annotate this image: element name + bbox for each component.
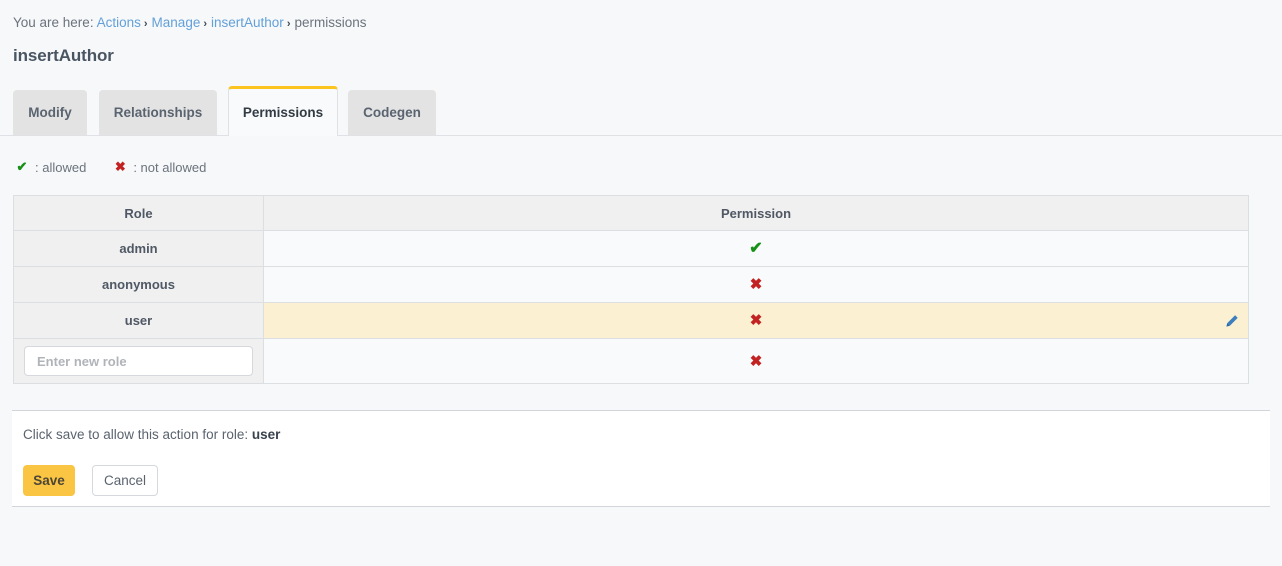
role-cell-anonymous: anonymous <box>14 267 264 303</box>
legend-label-not-allowed: : not allowed <box>133 160 206 175</box>
tab-relationships[interactable]: Relationships <box>99 90 217 135</box>
legend-label-allowed: : allowed <box>35 160 86 175</box>
column-header-permission: Permission <box>264 196 1249 231</box>
cross-icon: ✖ <box>750 354 763 369</box>
page-title: insertAuthor <box>13 45 114 67</box>
action-message-text: Click save to allow this action for role… <box>23 427 248 442</box>
cross-icon: ✖ <box>750 313 763 328</box>
permission-legend: ✔ : allowed ✖ : not allowed <box>14 158 206 176</box>
edit-pencil-icon[interactable] <box>1225 314 1239 328</box>
breadcrumb-separator: › <box>287 18 291 30</box>
tab-permissions[interactable]: Permissions <box>228 86 338 136</box>
role-cell-user: user <box>14 303 264 339</box>
breadcrumb-link-insertauthor[interactable]: insertAuthor <box>211 15 284 30</box>
breadcrumb-current-permissions: permissions <box>294 15 366 30</box>
action-panel: Click save to allow this action for role… <box>12 410 1270 507</box>
tab-codegen[interactable]: Codegen <box>348 90 436 135</box>
legend-item-not-allowed: ✖ : not allowed <box>112 159 206 175</box>
breadcrumb-separator: › <box>144 18 148 30</box>
check-icon: ✔ <box>14 159 30 175</box>
permission-cell-user[interactable]: ✖ <box>264 303 1249 339</box>
action-message: Click save to allow this action for role… <box>23 426 280 444</box>
action-message-role: user <box>252 427 281 442</box>
permission-cell-admin[interactable]: ✔ <box>264 231 1249 267</box>
breadcrumb-prefix: You are here: <box>13 15 94 30</box>
breadcrumb-link-actions[interactable]: Actions <box>97 15 141 30</box>
table-header-row: Role Permission <box>14 196 1249 231</box>
tab-bar: Modify Relationships Permissions Codegen <box>0 86 1282 136</box>
legend-item-allowed: ✔ : allowed <box>14 159 86 175</box>
new-role-input[interactable] <box>24 346 253 376</box>
breadcrumb: You are here: Actions›Manage›insertAutho… <box>13 15 367 32</box>
role-cell-admin: admin <box>14 231 264 267</box>
table-row-new-role: ✖ <box>14 339 1249 384</box>
save-button[interactable]: Save <box>23 465 75 496</box>
permissions-table: Role Permission admin ✔ anonymous ✖ user… <box>13 195 1249 384</box>
cross-icon: ✖ <box>750 277 763 292</box>
permission-cell-anonymous[interactable]: ✖ <box>264 267 1249 303</box>
column-header-role: Role <box>14 196 264 231</box>
cross-icon: ✖ <box>112 159 128 175</box>
table-row-selected: user ✖ <box>14 303 1249 339</box>
breadcrumb-link-manage[interactable]: Manage <box>152 15 201 30</box>
table-row: admin ✔ <box>14 231 1249 267</box>
permission-cell-new-role[interactable]: ✖ <box>264 339 1249 384</box>
breadcrumb-separator: › <box>203 18 207 30</box>
tab-modify[interactable]: Modify <box>13 90 87 135</box>
new-role-cell <box>14 339 264 384</box>
table-row: anonymous ✖ <box>14 267 1249 303</box>
check-icon: ✔ <box>749 241 762 257</box>
cancel-button[interactable]: Cancel <box>92 465 158 496</box>
